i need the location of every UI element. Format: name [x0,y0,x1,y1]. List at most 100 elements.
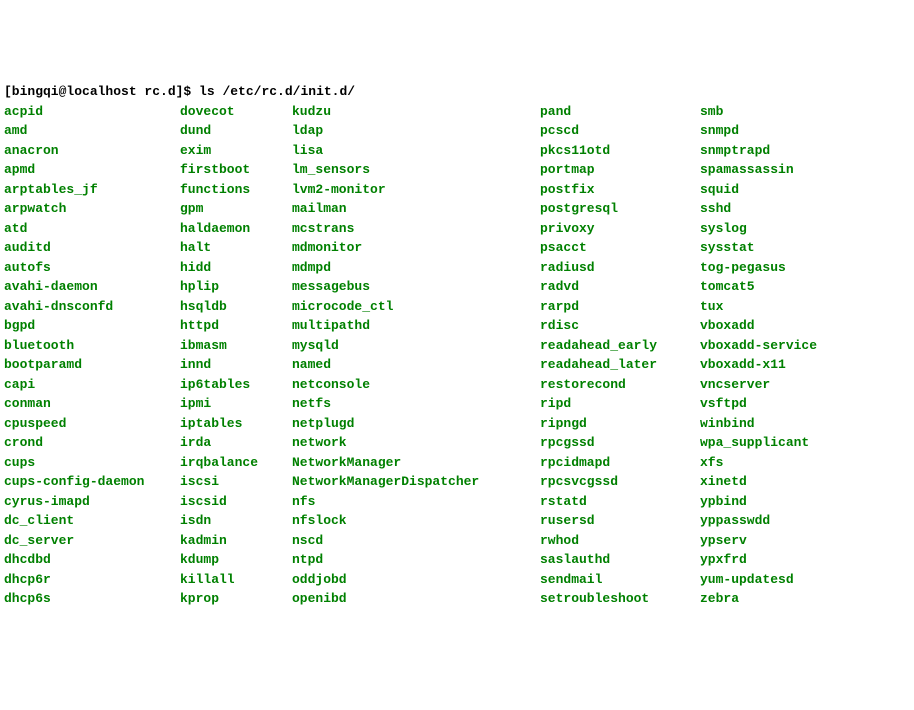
file-entry: halt [180,238,292,258]
file-entry: ldap [292,121,540,141]
file-entry: avahi-daemon [4,277,180,297]
file-entry: ipmi [180,394,292,414]
file-entry: pkcs11otd [540,141,700,161]
file-entry: dc_client [4,511,180,531]
file-entry: conman [4,394,180,414]
file-entry: openibd [292,589,540,609]
file-entry: cups-config-daemon [4,472,180,492]
file-entry: irda [180,433,292,453]
shell-command: ls /etc/rc.d/init.d/ [199,84,355,99]
file-entry: saslauthd [540,550,700,570]
file-entry: postgresql [540,199,700,219]
file-entry: zebra [700,589,860,609]
file-entry: haldaemon [180,219,292,239]
file-entry: hplip [180,277,292,297]
file-entry: kprop [180,589,292,609]
file-entry: rwhod [540,531,700,551]
file-entry: exim [180,141,292,161]
file-entry: capi [4,375,180,395]
file-entry: rpcsvcgssd [540,472,700,492]
file-entry: bgpd [4,316,180,336]
file-entry: pand [540,102,700,122]
file-entry: vsftpd [700,394,860,414]
file-entry: smb [700,102,860,122]
file-entry: netplugd [292,414,540,434]
file-entry: vboxadd [700,316,860,336]
file-entry: wpa_supplicant [700,433,860,453]
shell-prompt: [bingqi@localhost rc.d]$ [4,84,199,99]
file-entry: rpcidmapd [540,453,700,473]
file-entry: ntpd [292,550,540,570]
file-entry: rdisc [540,316,700,336]
file-entry: vboxadd-service [700,336,860,356]
file-entry: dc_server [4,531,180,551]
file-entry: readahead_early [540,336,700,356]
file-entry: crond [4,433,180,453]
file-entry: snmptrapd [700,141,860,161]
file-entry: dund [180,121,292,141]
file-entry: kdump [180,550,292,570]
file-entry: mcstrans [292,219,540,239]
file-entry: restorecond [540,375,700,395]
file-entry: firstboot [180,160,292,180]
column-5: smbsnmpdsnmptrapdspamassassinsquidsshdsy… [700,102,860,609]
file-entry: vncserver [700,375,860,395]
file-entry: spamassassin [700,160,860,180]
file-entry: sendmail [540,570,700,590]
column-3: kudzuldaplisalm_sensorslvm2-monitormailm… [292,102,540,609]
file-entry: ibmasm [180,336,292,356]
file-entry: syslog [700,219,860,239]
file-entry: rusersd [540,511,700,531]
file-entry: snmpd [700,121,860,141]
file-entry: ypserv [700,531,860,551]
file-entry: httpd [180,316,292,336]
file-entry: iptables [180,414,292,434]
file-entry: cups [4,453,180,473]
file-entry: nfslock [292,511,540,531]
file-entry: xfs [700,453,860,473]
file-entry: lvm2-monitor [292,180,540,200]
file-entry: yum-updatesd [700,570,860,590]
file-entry: iscsi [180,472,292,492]
file-entry: functions [180,180,292,200]
file-entry: acpid [4,102,180,122]
file-entry: dhcdbd [4,550,180,570]
file-entry: gpm [180,199,292,219]
file-entry: ypxfrd [700,550,860,570]
file-entry: sysstat [700,238,860,258]
file-entry: anacron [4,141,180,161]
file-entry: arpwatch [4,199,180,219]
file-entry: rarpd [540,297,700,317]
file-entry: kudzu [292,102,540,122]
file-entry: readahead_later [540,355,700,375]
file-entry: mdmonitor [292,238,540,258]
file-entry: ripngd [540,414,700,434]
file-entry: killall [180,570,292,590]
file-entry: bluetooth [4,336,180,356]
column-4: pandpcscdpkcs11otdportmappostfixpostgres… [540,102,700,609]
file-entry: ip6tables [180,375,292,395]
file-entry: atd [4,219,180,239]
file-entry: postfix [540,180,700,200]
file-entry: nfs [292,492,540,512]
file-entry: NetworkManager [292,453,540,473]
file-entry: winbind [700,414,860,434]
file-entry: dovecot [180,102,292,122]
file-entry: mailman [292,199,540,219]
file-entry: squid [700,180,860,200]
file-entry: NetworkManagerDispatcher [292,472,540,492]
file-entry: oddjobd [292,570,540,590]
file-entry: cyrus-imapd [4,492,180,512]
file-entry: lm_sensors [292,160,540,180]
file-entry: messagebus [292,277,540,297]
file-entry: hidd [180,258,292,278]
file-entry: bootparamd [4,355,180,375]
file-entry: tomcat5 [700,277,860,297]
file-entry: kadmin [180,531,292,551]
file-entry: network [292,433,540,453]
file-entry: avahi-dnsconfd [4,297,180,317]
file-entry: irqbalance [180,453,292,473]
ls-output: acpidamdanacronapmdarptables_jfarpwatcha… [4,102,910,609]
file-entry: dhcp6r [4,570,180,590]
file-entry: auditd [4,238,180,258]
